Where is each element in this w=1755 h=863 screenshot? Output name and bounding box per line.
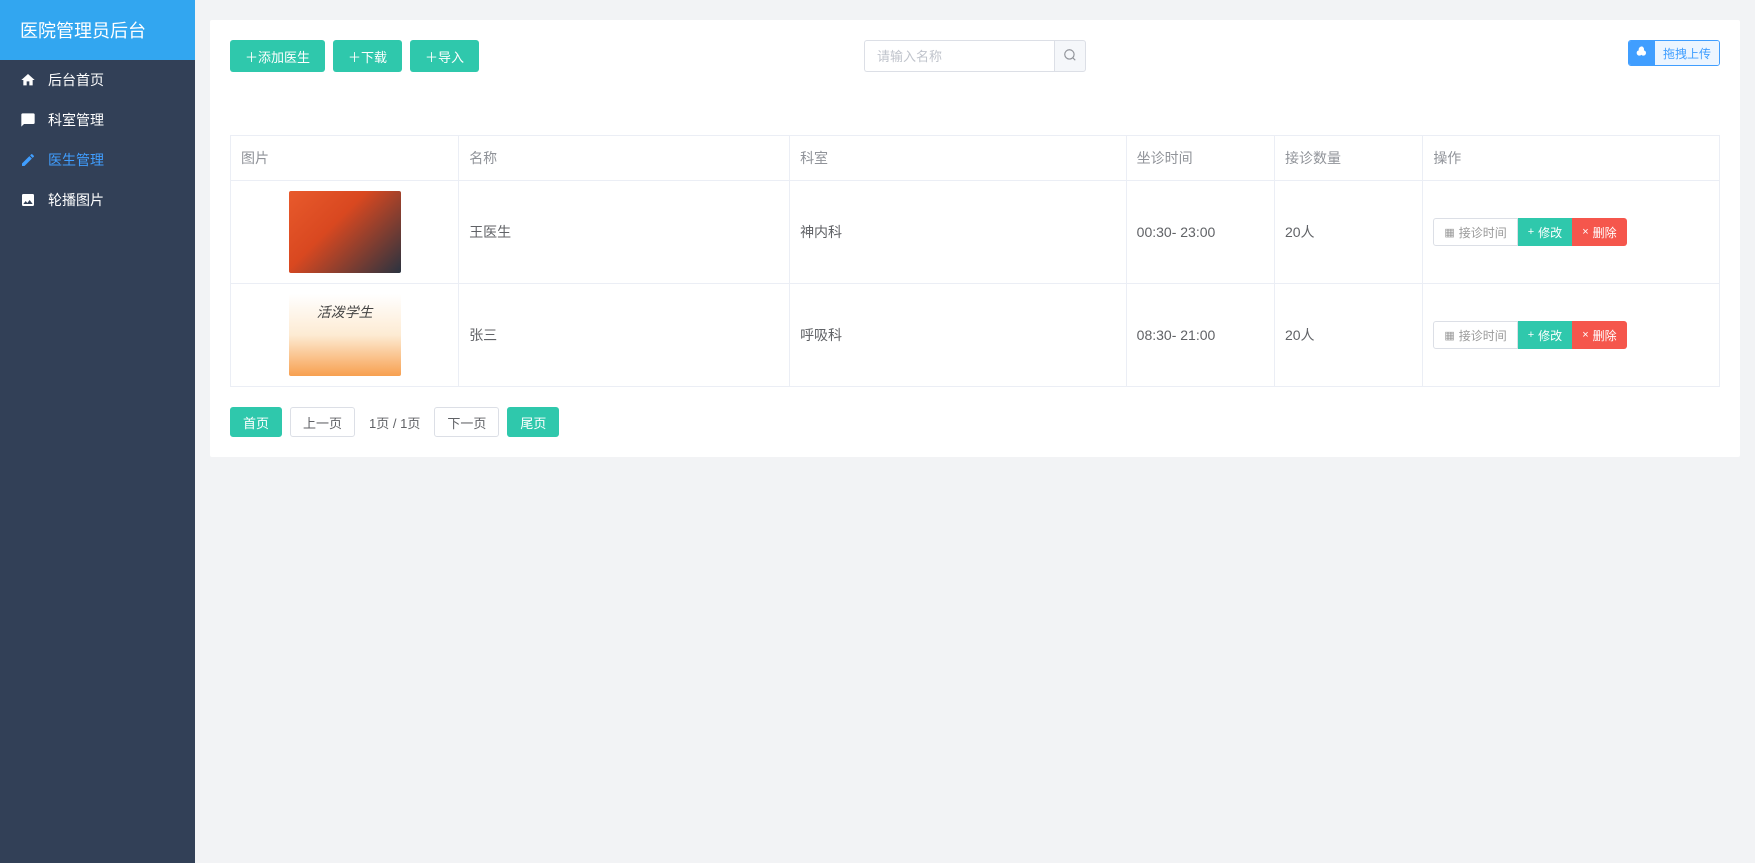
search-input[interactable] xyxy=(864,40,1054,72)
table-header-time: 坐诊时间 xyxy=(1126,136,1274,181)
upload-label: 拖拽上传 xyxy=(1655,41,1719,65)
table-header-ops: 操作 xyxy=(1423,136,1720,181)
ops-group: ▦接诊时间 +修改 ×删除 xyxy=(1433,218,1709,246)
delete-button[interactable]: ×删除 xyxy=(1572,321,1626,349)
search-icon xyxy=(1063,48,1077,65)
page-info: 1页 / 1页 xyxy=(363,413,426,432)
close-icon: × xyxy=(1582,226,1588,238)
search-wrap xyxy=(864,40,1086,72)
content-card: ＋添加医生 ＋下载 ＋导入 拖拽上传 xyxy=(210,20,1740,457)
home-icon xyxy=(20,72,38,88)
edit-button[interactable]: +修改 xyxy=(1518,321,1572,349)
cell-name: 张三 xyxy=(459,284,790,387)
sidebar: 后台首页 科室管理 医生管理 轮播图片 xyxy=(0,60,195,863)
import-button[interactable]: ＋导入 xyxy=(410,40,479,72)
edit-button[interactable]: +修改 xyxy=(1518,218,1572,246)
calendar-icon: ▦ xyxy=(1444,226,1454,239)
image-icon xyxy=(20,192,38,208)
sidebar-item-label: 医生管理 xyxy=(48,150,104,170)
doctors-table: 图片 名称 科室 坐诊时间 接诊数量 操作 王医生 神内科 00:30- 23:… xyxy=(230,135,1720,387)
cell-time: 08:30- 21:00 xyxy=(1126,284,1274,387)
delete-button[interactable]: ×删除 xyxy=(1572,218,1626,246)
page-next-button[interactable]: 下一页 xyxy=(434,407,499,437)
close-icon: × xyxy=(1582,329,1588,341)
toolbar-left: ＋添加医生 ＋下载 ＋导入 xyxy=(230,40,479,72)
table-row: 王医生 神内科 00:30- 23:00 20人 ▦接诊时间 +修改 ×删除 xyxy=(231,181,1720,284)
sidebar-item-departments[interactable]: 科室管理 xyxy=(0,100,195,140)
page-last-button[interactable]: 尾页 xyxy=(507,407,559,437)
ops-group: ▦接诊时间 +修改 ×删除 xyxy=(1433,321,1709,349)
cell-count: 20人 xyxy=(1274,181,1422,284)
table-header-count: 接诊数量 xyxy=(1274,136,1422,181)
upload-widget[interactable]: 拖拽上传 xyxy=(1628,40,1720,66)
page-first-button[interactable]: 首页 xyxy=(230,407,282,437)
app-header: 医院管理员后台 xyxy=(0,0,195,60)
sidebar-item-label: 科室管理 xyxy=(48,110,104,130)
plus-icon: + xyxy=(1528,226,1534,238)
sidebar-item-doctors[interactable]: 医生管理 xyxy=(0,140,195,180)
sidebar-item-home[interactable]: 后台首页 xyxy=(0,60,195,100)
doctor-avatar xyxy=(289,191,401,273)
pagination: 首页 上一页 1页 / 1页 下一页 尾页 xyxy=(230,407,1720,437)
app-title: 医院管理员后台 xyxy=(20,17,146,43)
doctor-avatar xyxy=(289,294,401,376)
cell-name: 王医生 xyxy=(459,181,790,284)
table-header-department: 科室 xyxy=(790,136,1127,181)
main-content: ＋添加医生 ＋下载 ＋导入 拖拽上传 xyxy=(195,0,1755,472)
chat-icon xyxy=(20,112,38,128)
cell-count: 20人 xyxy=(1274,284,1422,387)
download-button[interactable]: ＋下载 xyxy=(333,40,402,72)
page-prev-button[interactable]: 上一页 xyxy=(290,407,355,437)
schedule-button[interactable]: ▦接诊时间 xyxy=(1433,218,1517,246)
cell-department: 呼吸科 xyxy=(790,284,1127,387)
table-header-image: 图片 xyxy=(231,136,459,181)
add-doctor-button[interactable]: ＋添加医生 xyxy=(230,40,325,72)
cell-time: 00:30- 23:00 xyxy=(1126,181,1274,284)
table-row: 张三 呼吸科 08:30- 21:00 20人 ▦接诊时间 +修改 ×删除 xyxy=(231,284,1720,387)
toolbar: ＋添加医生 ＋下载 ＋导入 拖拽上传 xyxy=(230,40,1720,115)
cloud-icon xyxy=(1629,40,1655,66)
sidebar-item-carousel[interactable]: 轮播图片 xyxy=(0,180,195,220)
edit-icon xyxy=(20,152,38,168)
sidebar-item-label: 后台首页 xyxy=(48,70,104,90)
sidebar-item-label: 轮播图片 xyxy=(48,190,104,210)
search-button[interactable] xyxy=(1054,40,1086,72)
plus-icon: + xyxy=(1528,329,1534,341)
cell-department: 神内科 xyxy=(790,181,1127,284)
table-header-name: 名称 xyxy=(459,136,790,181)
calendar-icon: ▦ xyxy=(1444,329,1454,342)
schedule-button[interactable]: ▦接诊时间 xyxy=(1433,321,1517,349)
